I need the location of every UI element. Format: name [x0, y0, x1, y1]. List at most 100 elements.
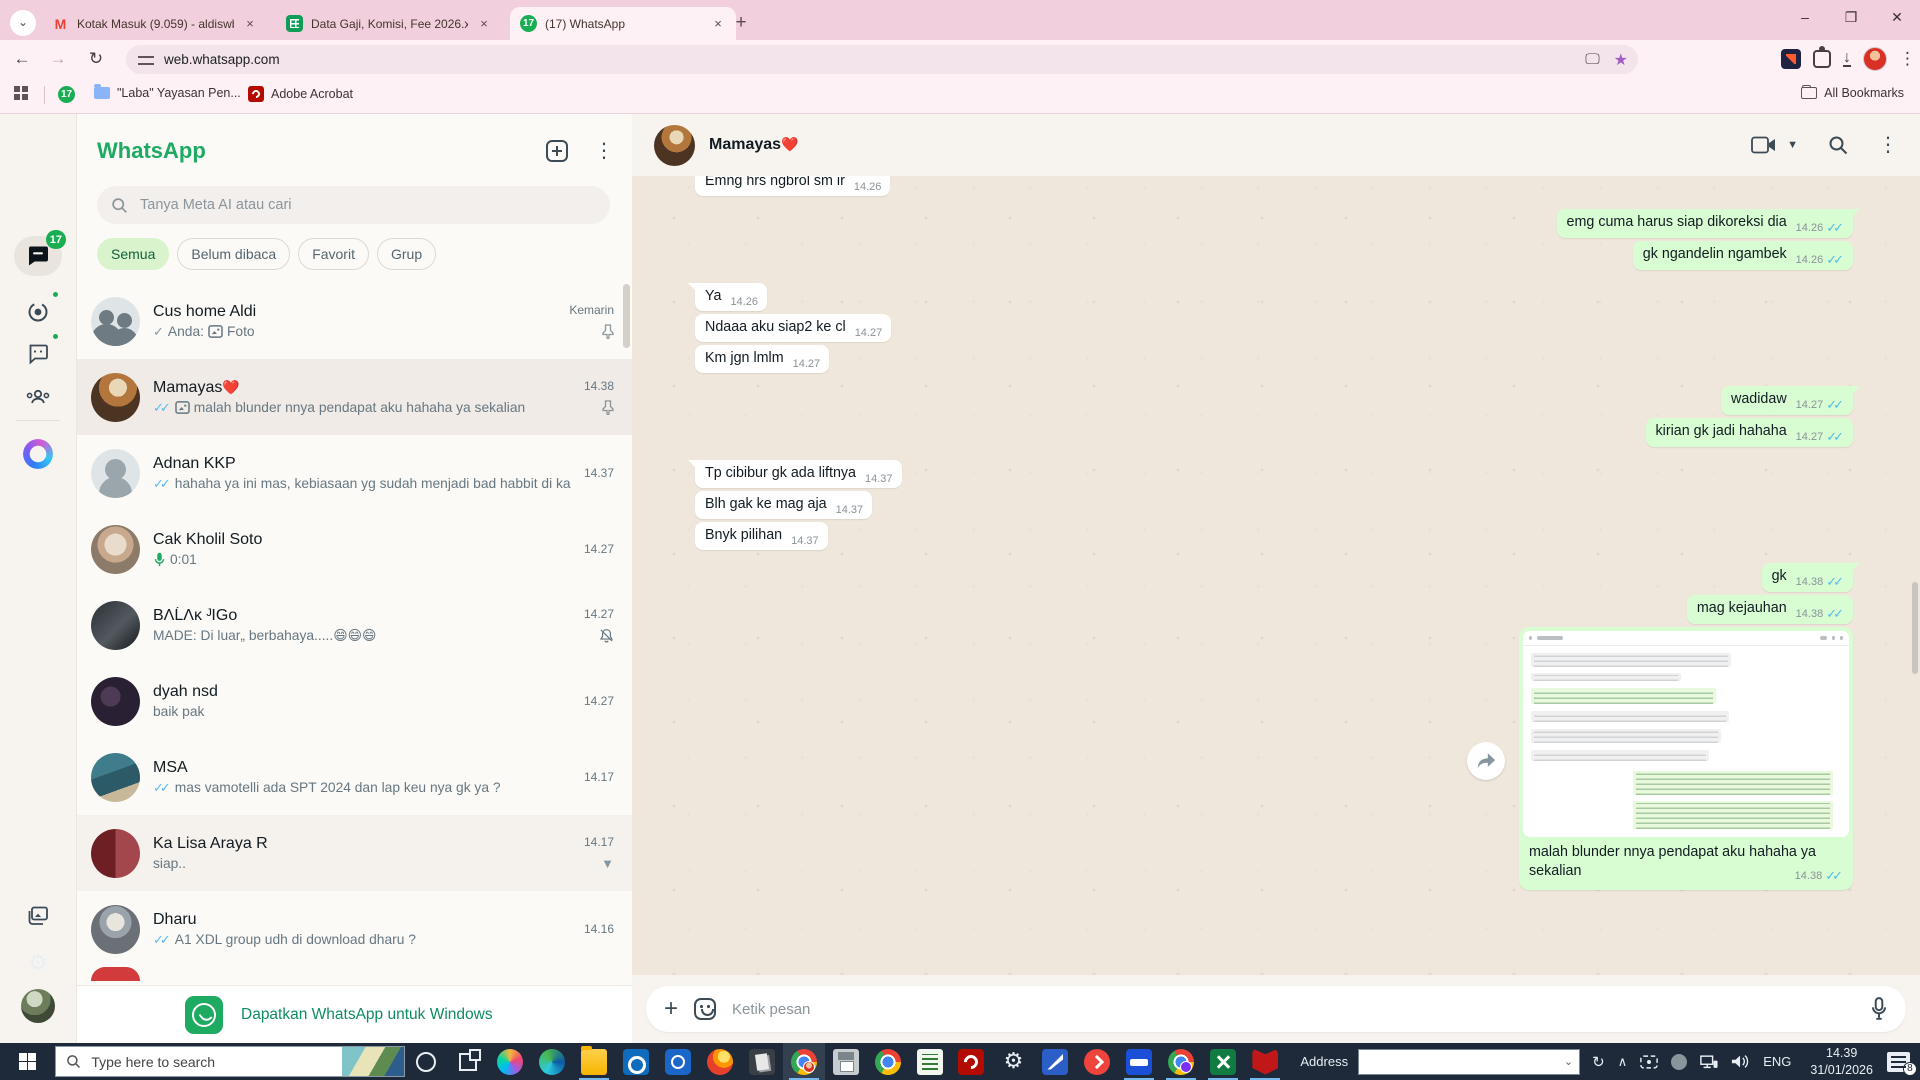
message-bubble-out[interactable]: wadidaw 14.27 ✓✓ [1721, 386, 1860, 415]
audio-device-tray-icon[interactable] [1671, 1053, 1688, 1070]
taskbar-app-copilot[interactable] [489, 1043, 531, 1080]
taskbar-search-box[interactable]: Type here to search [55, 1046, 405, 1077]
tab-close-icon[interactable]: × [476, 16, 492, 32]
conversation-scrollbar[interactable] [1912, 582, 1918, 674]
apps-grid-icon[interactable] [14, 86, 28, 100]
extensions-puzzle-icon[interactable] [1813, 46, 1831, 68]
back-button[interactable]: ← [8, 45, 36, 73]
cortana-button[interactable] [405, 1043, 447, 1080]
forward-button[interactable]: → [44, 45, 72, 73]
chat-list-item[interactable]: Cus home Aldi ✓ Anda: Foto Kemarin [77, 283, 632, 359]
taskbar-app-chrome2[interactable] [867, 1043, 909, 1080]
conversation-header[interactable]: Mamayas❤️ ▼ ⋮ [632, 114, 1920, 176]
profile-avatar[interactable] [1863, 47, 1887, 71]
message-bubble-out[interactable]: mag kejauhan 14.38 ✓✓ [1686, 595, 1853, 624]
window-maximize-button[interactable]: ❐ [1828, 0, 1874, 36]
filter-grup[interactable]: Grup [376, 238, 437, 270]
search-input[interactable]: Tanya Meta AI atau cari [97, 186, 610, 224]
get-whatsapp-windows-banner[interactable]: Dapatkan WhatsApp untuk Windows [77, 985, 632, 1043]
chat-list-item-selected[interactable]: Mamayas❤️ ✓✓ malah blunder nnya pendapat… [77, 359, 632, 435]
window-minimize-button[interactable]: – [1782, 0, 1828, 36]
rail-channels-button[interactable] [14, 332, 62, 374]
rail-profile-button[interactable] [14, 986, 62, 1026]
rail-settings-button[interactable]: ⚙ [14, 944, 62, 984]
chat-list-item[interactable]: Cak Kholil Soto 0:01 14.27 [77, 511, 632, 587]
action-center-icon[interactable]: 8 [1886, 1051, 1917, 1076]
volume-tray-icon[interactable] [1731, 1054, 1750, 1069]
taskbar-app-outlook[interactable] [615, 1043, 657, 1080]
sidebar-scrollbar[interactable] [623, 284, 630, 348]
tab-sheets[interactable]: Data Gaji, Komisi, Fee 2026.xlsx × [276, 7, 502, 40]
filter-belum-dibaca[interactable]: Belum dibaca [177, 238, 291, 270]
taskbar-app-acrobat[interactable] [951, 1043, 993, 1080]
attach-plus-icon[interactable]: + [664, 995, 678, 1023]
bookmark-star-icon[interactable]: ★ [1614, 50, 1628, 70]
message-bubble-in[interactable]: Blh gak ke mag aja 14.37 [695, 491, 873, 519]
address-go-refresh-icon[interactable]: ↻ [1592, 1053, 1605, 1071]
mic-icon[interactable] [1870, 997, 1888, 1021]
address-bar[interactable]: web.whatsapp.com 🖵 ★ [126, 45, 1638, 74]
taskbar-app-chrome-active[interactable] [782, 1043, 825, 1080]
image-message-bubble[interactable]: malah blunder nnya pendapat aku hahaha y… [1467, 627, 1853, 890]
contact-avatar[interactable] [654, 124, 695, 166]
tab-close-icon[interactable]: × [242, 16, 258, 32]
sticker-emoji-icon[interactable] [694, 998, 717, 1020]
taskbar-app-snipping[interactable] [657, 1043, 699, 1080]
search-in-chat-icon[interactable] [1828, 135, 1848, 155]
window-close-button[interactable]: ✕ [1874, 0, 1920, 36]
video-call-icon[interactable] [1751, 135, 1777, 155]
tab-search-caret-icon[interactable]: ⌄ [10, 10, 36, 36]
chevron-down-icon[interactable]: ▼ [601, 856, 614, 871]
downloads-icon[interactable]: ↓ [1843, 50, 1851, 67]
show-hidden-icons-chevron[interactable]: ∧ [1618, 1054, 1628, 1070]
new-tab-button[interactable]: + [728, 10, 754, 36]
message-bubble-out[interactable]: gk ngandelin ngambek 14.26 ✓✓ [1632, 241, 1853, 270]
message-bubble-out[interactable]: gk 14.38 ✓✓ [1761, 563, 1861, 592]
rail-media-button[interactable] [14, 896, 62, 936]
taskbar-clock[interactable]: 14.39 31/01/2026 [1810, 1045, 1873, 1079]
rail-status-button[interactable] [14, 290, 62, 332]
all-bookmarks-button[interactable]: All Bookmarks [1801, 85, 1904, 100]
message-bubble-out[interactable]: emg cuma harus siap dikoreksi dia 14.26 ✓✓ [1556, 209, 1861, 238]
network-tray-icon[interactable] [1700, 1054, 1718, 1069]
taskbar-app-file-explorer[interactable] [573, 1043, 615, 1080]
message-bubble-in[interactable]: Km jgn lmlm 14.27 [695, 345, 830, 373]
forward-icon[interactable] [1467, 741, 1505, 780]
taskbar-app-settings[interactable]: ⚙ [992, 1043, 1034, 1080]
dropdown-chevron-icon[interactable]: ⌄ [1564, 1055, 1573, 1068]
bookmark-laba-folder[interactable]: "Laba" Yayasan Pen... [94, 84, 241, 100]
chat-list-item[interactable]: Dharu ✓✓ A1 XDL group udh di download dha… [77, 891, 632, 967]
chat-list-item[interactable]: dyah nsd baik pak 14.27 [77, 663, 632, 739]
install-app-icon[interactable]: 🖵 [1585, 51, 1599, 68]
tab-gmail[interactable]: M Kotak Masuk (9.059) - aldiswbta × [42, 7, 268, 40]
message-bubble-in[interactable]: Ndaaa aku siap2 ke cl 14.27 [695, 314, 892, 342]
taskbar-app-report[interactable] [909, 1043, 951, 1080]
task-view-button[interactable] [447, 1043, 489, 1080]
chat-list-item-hovered[interactable]: Ka Lisa Araya R siap.. 14.17 ▼ [77, 815, 632, 891]
taskbar-app-printer[interactable] [825, 1043, 867, 1080]
message-bubble-out[interactable]: kirian gk jadi hahaha 14.27 ✓✓ [1645, 418, 1853, 447]
start-button[interactable] [0, 1043, 55, 1080]
reload-button[interactable]: ↻ [82, 45, 110, 73]
taskbar-app-mcafee[interactable] [1244, 1043, 1286, 1080]
taskbar-app-excel[interactable] [1202, 1043, 1244, 1080]
rail-chats-button[interactable]: 17 [14, 230, 66, 276]
message-input[interactable]: Ketik pesan [732, 1001, 1854, 1018]
bookmark-whatsapp-favicon[interactable]: 17 [58, 86, 75, 103]
conversation-menu-icon[interactable]: ⋮ [1878, 134, 1898, 156]
tab-close-icon[interactable]: × [710, 16, 726, 32]
sidebar-menu-icon[interactable]: ⋮ [594, 140, 614, 162]
chat-list-item[interactable]: MSA ✓✓ mas vamotelli ada SPT 2024 dan lap… [77, 739, 632, 815]
taskbar-app-blue[interactable] [1118, 1043, 1160, 1080]
message-bubble-in[interactable]: Tp cibibur gk ada liftnya 14.37 [688, 460, 902, 488]
tab-whatsapp[interactable]: 17 (17) WhatsApp × [510, 7, 736, 40]
rail-meta-ai-button[interactable] [14, 434, 62, 474]
taskbar-app-edge[interactable] [531, 1043, 573, 1080]
language-indicator[interactable]: ENG [1763, 1054, 1791, 1069]
chat-list-item[interactable]: Adnan KKP ✓✓ hahaha ya ini mas, kebiasaan… [77, 435, 632, 511]
search-highlight-image[interactable] [341, 1047, 404, 1076]
taskbar-app-scanner[interactable] [1034, 1043, 1076, 1080]
taskbar-app-documents[interactable] [741, 1043, 783, 1080]
new-chat-icon[interactable] [546, 140, 568, 162]
image-thumbnail-chat-screenshot[interactable] [1523, 631, 1849, 837]
